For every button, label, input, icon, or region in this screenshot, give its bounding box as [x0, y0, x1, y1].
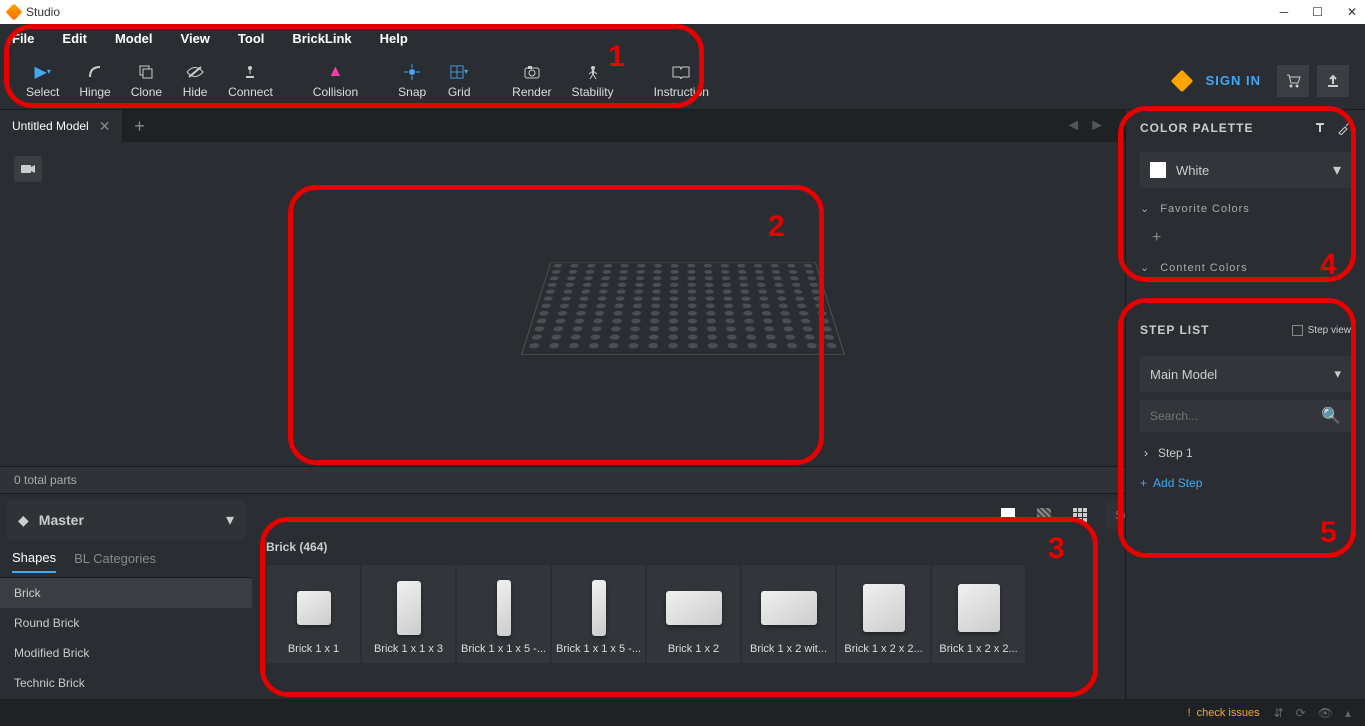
tab-close-icon[interactable]: ✕ [99, 118, 111, 135]
warning-icon: ! [1188, 707, 1191, 719]
favorite-colors-section[interactable]: ⌄ Favorite Colors [1126, 194, 1365, 223]
master-selector[interactable]: ◆ Master ▾ [6, 500, 246, 540]
chevron-down-icon: ▾ [1333, 160, 1341, 180]
footer-close-icon[interactable]: ▴ [1345, 706, 1351, 720]
check-issues-button[interactable]: ! check issues [1188, 707, 1260, 719]
tab-next-icon[interactable]: ► [1089, 117, 1105, 135]
document-tab[interactable]: Untitled Model ✕ [0, 110, 123, 142]
parts-tab-categories[interactable]: BL Categories [74, 551, 156, 572]
menu-help[interactable]: Help [380, 31, 408, 46]
eyedropper-icon[interactable] [1337, 121, 1351, 135]
tool-grid[interactable]: ▾ Grid [436, 59, 482, 103]
plus-icon: + [1140, 476, 1147, 490]
tool-render[interactable]: Render [502, 59, 561, 103]
right-panel: COLOR PALETTE White ▾ ⌄ Favorite Colors … [1125, 110, 1365, 699]
view-outline-icon[interactable] [1035, 506, 1053, 524]
color-selector[interactable]: White ▾ [1140, 152, 1351, 188]
tab-add-button[interactable]: + [123, 110, 155, 142]
footer-hide-icon[interactable]: 👁 [1318, 706, 1333, 720]
part-cell[interactable]: Brick 1 x 2 x 2... [931, 564, 1026, 664]
menu-file[interactable]: File [12, 31, 34, 46]
part-label: Brick 1 x 1 x 3 [366, 643, 451, 655]
signin-link[interactable]: SIGN IN [1206, 73, 1261, 88]
part-cell[interactable]: Brick 1 x 1 x 5 -... [551, 564, 646, 664]
view-grid-icon[interactable] [1071, 506, 1089, 524]
maximize-button[interactable]: ☐ [1312, 5, 1323, 19]
menu-model[interactable]: Model [115, 31, 153, 46]
chevron-right-icon: › [1144, 446, 1148, 460]
cart-button[interactable] [1277, 65, 1309, 97]
window-titlebar: Studio ─ ☐ ✕ [0, 0, 1365, 24]
part-label: Brick 1 x 2 x 2... [936, 643, 1021, 655]
checkbox-icon [1292, 325, 1303, 336]
master-icon: ◆ [18, 512, 29, 529]
step-item-1[interactable]: › Step 1 [1126, 438, 1365, 468]
bricklink-icon [1170, 69, 1193, 92]
part-cell[interactable]: Brick 1 x 1 x 3 [361, 564, 456, 664]
tool-snap[interactable]: Snap [388, 59, 436, 103]
shape-technic-brick[interactable]: Technic Brick [0, 668, 252, 698]
menu-tool[interactable]: Tool [238, 31, 264, 46]
window-title: Studio [26, 5, 60, 19]
model-selector[interactable]: Main Model ▾ [1140, 356, 1351, 392]
color-palette-title: COLOR PALETTE [1140, 121, 1253, 135]
minimize-button[interactable]: ─ [1280, 5, 1289, 19]
step-view-toggle[interactable]: Step view [1292, 325, 1351, 336]
tool-instruction[interactable]: Instruction [644, 59, 719, 103]
part-cell[interactable]: Brick 1 x 2 [646, 564, 741, 664]
part-label: Brick 1 x 1 x 5 -... [556, 643, 641, 655]
toolbar-container: ▶▾ Select Hinge Clone Hide Connect ▲ Col… [0, 52, 1365, 110]
chevron-down-icon: ⌄ [1140, 261, 1150, 274]
shape-round-brick[interactable]: Round Brick [0, 608, 252, 638]
upload-button[interactable] [1317, 65, 1349, 97]
tab-prev-icon[interactable]: ◄ [1065, 117, 1081, 135]
parts-tab-shapes[interactable]: Shapes [12, 550, 56, 573]
chevron-down-icon: ▾ [226, 510, 234, 530]
shape-modified-brick[interactable]: Modified Brick [0, 638, 252, 668]
part-cell[interactable]: Brick 1 x 2 wit... [741, 564, 836, 664]
part-cell[interactable]: Brick 1 x 1 x 5 -... [456, 564, 551, 664]
footer-collapse-icon[interactable]: ⇵ [1274, 706, 1284, 720]
tool-select[interactable]: ▶▾ Select [16, 59, 69, 103]
part-cell[interactable]: Brick 1 x 2 x 2... [836, 564, 931, 664]
baseplate-grid [503, 259, 862, 360]
part-label: Brick 1 x 2 x 2... [841, 643, 926, 655]
menu-bricklink[interactable]: BrickLink [292, 31, 351, 46]
chevron-down-icon: ▾ [1334, 366, 1341, 382]
footer-bar: ! check issues ⇵ ⟳ 👁 ▴ [0, 699, 1365, 726]
part-label: Brick 1 x 2 [651, 643, 736, 655]
part-cell[interactable]: Brick 1 x 1 [266, 564, 361, 664]
tool-hide[interactable]: Hide [172, 59, 218, 103]
tool-connect[interactable]: Connect [218, 59, 283, 103]
part-label: Brick 1 x 1 x 5 -... [461, 643, 546, 655]
color-swatch-icon [1150, 162, 1166, 178]
reset-color-icon[interactable] [1313, 121, 1327, 135]
search-icon[interactable]: 🔍 [1321, 406, 1341, 426]
tool-hinge[interactable]: Hinge [69, 59, 120, 103]
part-label: Brick 1 x 1 [271, 643, 356, 655]
footer-refresh-icon[interactable]: ⟳ [1296, 706, 1306, 720]
tool-clone[interactable]: Clone [121, 59, 172, 103]
menu-view[interactable]: View [181, 31, 210, 46]
close-window-button[interactable]: ✕ [1347, 5, 1357, 19]
step-list-title: STEP LIST [1140, 323, 1209, 337]
camera-button[interactable] [14, 156, 42, 182]
menu-edit[interactable]: Edit [62, 31, 87, 46]
tool-collision[interactable]: ▲ Collision [303, 59, 368, 103]
menubar: File Edit Model View Tool BrickLink Help [0, 24, 1365, 52]
add-step-button[interactable]: + Add Step [1126, 468, 1365, 498]
shape-brick[interactable]: Brick [0, 578, 252, 608]
app-logo-icon [6, 4, 23, 21]
chevron-down-icon: ⌄ [1140, 202, 1150, 215]
view-white-icon[interactable] [999, 506, 1017, 524]
step-search-input[interactable] [1150, 409, 1321, 423]
part-label: Brick 1 x 2 wit... [746, 643, 831, 655]
